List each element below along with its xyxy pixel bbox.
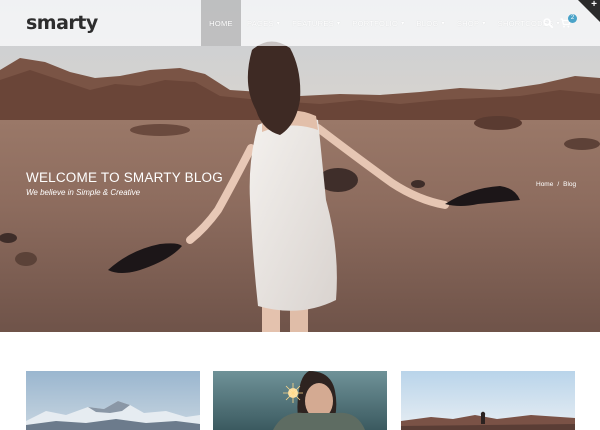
blog-card-thumbnail[interactable]: [26, 371, 200, 430]
nav-item-blog[interactable]: BLOG ▾: [411, 0, 451, 46]
breadcrumb: Home / Blog: [536, 181, 576, 188]
blog-card-thumbnail[interactable]: [401, 371, 575, 430]
nav-item-pages[interactable]: PAGES ▾: [241, 0, 286, 46]
breadcrumb-home-link[interactable]: Home: [536, 181, 553, 188]
cart-count-badge: 2: [568, 14, 577, 23]
nav-item-shortcodes[interactable]: SHORTCODES ▾: [492, 0, 566, 46]
nav-item-home[interactable]: HOME: [201, 0, 241, 46]
chevron-down-icon: ▾: [336, 20, 341, 27]
nav-item-shop[interactable]: SHOP ▾: [451, 0, 492, 46]
breadcrumb-separator: /: [557, 181, 560, 188]
blog-page: smarty HOME PAGES ▾ FEATURES ▾ PORTFOLIO…: [0, 0, 600, 430]
nav-item-label: HOME: [209, 18, 233, 28]
nav-item-label: PORTFOLIO: [352, 18, 399, 28]
page-title: WELCOME TO SMARTY BLOG: [26, 170, 223, 185]
chevron-down-icon: ▾: [441, 20, 445, 27]
hero-photo: [0, 0, 600, 332]
page-subtitle: We believe in Simple & Creative: [26, 188, 141, 197]
chevron-down-icon: ▾: [482, 20, 486, 27]
nav-item-label: PAGES: [247, 18, 274, 28]
chevron-down-icon: ▾: [276, 20, 281, 27]
hero-banner: smarty HOME PAGES ▾ FEATURES ▾ PORTFOLIO…: [0, 0, 600, 332]
plus-icon[interactable]: +: [591, 0, 597, 10]
search-icon[interactable]: [542, 17, 554, 29]
nav-item-label: BLOG: [416, 18, 439, 28]
nav-item-portfolio[interactable]: PORTFOLIO ▾: [346, 0, 410, 46]
main-nav: HOME PAGES ▾ FEATURES ▾ PORTFOLIO ▾ BLOG…: [201, 0, 566, 46]
nav-item-label: FEATURES: [292, 18, 334, 28]
chevron-down-icon: ▾: [401, 20, 405, 27]
site-logo[interactable]: smarty: [26, 12, 98, 34]
nav-item-features[interactable]: FEATURES ▾: [286, 0, 346, 46]
blog-card-thumbnail[interactable]: [213, 371, 387, 430]
breadcrumb-current: Blog: [563, 181, 577, 188]
nav-item-label: SHOP: [456, 18, 480, 28]
site-header: smarty HOME PAGES ▾ FEATURES ▾ PORTFOLIO…: [0, 0, 600, 46]
